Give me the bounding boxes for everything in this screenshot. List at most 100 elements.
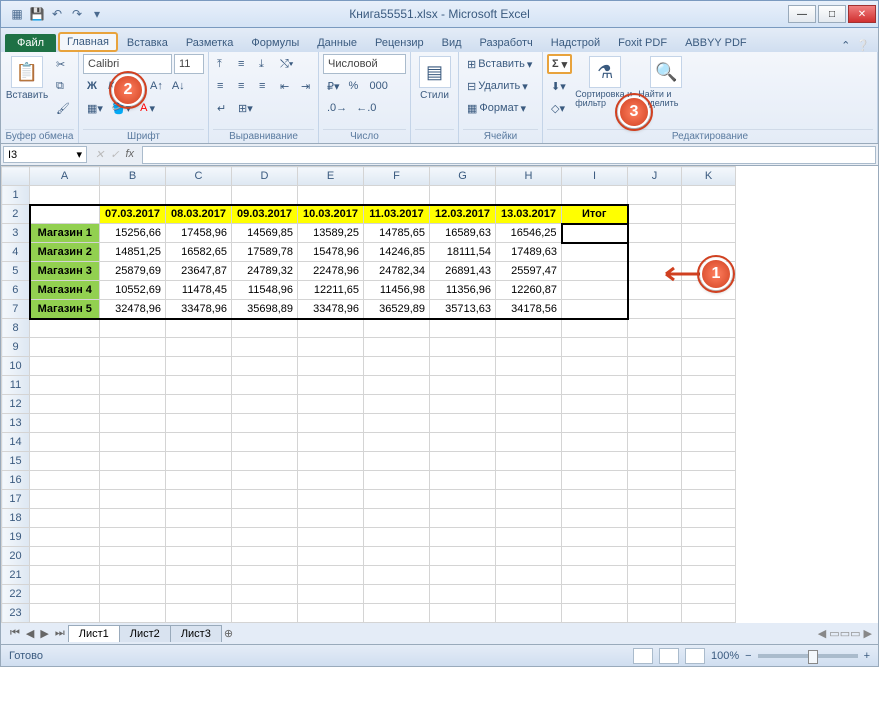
cell-C22[interactable] [166, 585, 232, 604]
row-header-6[interactable]: 6 [2, 281, 30, 300]
tab-foxit[interactable]: Foxit PDF [609, 33, 676, 52]
cell-J4[interactable] [628, 243, 682, 262]
tab-layout[interactable]: Разметка [177, 33, 243, 52]
align-middle-button[interactable]: ≡ [234, 54, 254, 74]
cell-J8[interactable] [628, 319, 682, 338]
align-bottom-button[interactable]: ⤓ [255, 54, 275, 74]
cell-I21[interactable] [562, 566, 628, 585]
cell-A16[interactable] [30, 471, 100, 490]
cell-E6[interactable]: 12211,65 [298, 281, 364, 300]
cell-A4[interactable]: Магазин 2 [30, 243, 100, 262]
cell-E23[interactable] [298, 604, 364, 623]
cell-B5[interactable]: 25879,69 [100, 262, 166, 281]
column-header-G[interactable]: G [430, 167, 496, 186]
cell-C19[interactable] [166, 528, 232, 547]
cell-B4[interactable]: 14851,25 [100, 243, 166, 262]
indent-inc-button[interactable]: ⇥ [297, 76, 317, 96]
format-painter-button[interactable]: 🖌 [52, 98, 74, 118]
cell-A13[interactable] [30, 414, 100, 433]
cell-H18[interactable] [496, 509, 562, 528]
cell-K23[interactable] [682, 604, 736, 623]
cell-H8[interactable] [496, 319, 562, 338]
minimize-ribbon-icon[interactable]: ⌃ [841, 39, 850, 52]
close-button[interactable]: ✕ [848, 5, 876, 23]
cell-B21[interactable] [100, 566, 166, 585]
cell-C9[interactable] [166, 338, 232, 357]
sheet-nav-last-icon[interactable]: ⏭ [52, 627, 68, 640]
minimize-button[interactable]: — [788, 5, 816, 23]
new-sheet-icon[interactable]: ⊕ [221, 627, 236, 640]
row-header-3[interactable]: 3 [2, 224, 30, 243]
cell-B15[interactable] [100, 452, 166, 471]
page-layout-view-button[interactable] [659, 648, 679, 664]
row-header-10[interactable]: 10 [2, 357, 30, 376]
cell-H23[interactable] [496, 604, 562, 623]
cell-J1[interactable] [628, 186, 682, 205]
zoom-in-button[interactable]: + [864, 650, 870, 662]
cell-I23[interactable] [562, 604, 628, 623]
cell-F18[interactable] [364, 509, 430, 528]
sheet-tab-3[interactable]: Лист3 [170, 625, 222, 642]
cell-E4[interactable]: 15478,96 [298, 243, 364, 262]
cell-A15[interactable] [30, 452, 100, 471]
cell-G2[interactable]: 12.03.2017 [430, 205, 496, 224]
cell-B8[interactable] [100, 319, 166, 338]
column-header-A[interactable]: A [30, 167, 100, 186]
cell-H1[interactable] [496, 186, 562, 205]
cell-H7[interactable]: 34178,56 [496, 300, 562, 319]
cell-K9[interactable] [682, 338, 736, 357]
cell-A7[interactable]: Магазин 5 [30, 300, 100, 319]
row-header-13[interactable]: 13 [2, 414, 30, 433]
cell-F21[interactable] [364, 566, 430, 585]
column-header-H[interactable]: H [496, 167, 562, 186]
row-header-11[interactable]: 11 [2, 376, 30, 395]
cell-F13[interactable] [364, 414, 430, 433]
tab-developer[interactable]: Разработч [471, 33, 542, 52]
sheet-tab-2[interactable]: Лист2 [119, 625, 171, 642]
cell-I12[interactable] [562, 395, 628, 414]
clear-button[interactable]: ◇▾ [547, 98, 572, 118]
cell-F8[interactable] [364, 319, 430, 338]
cell-E14[interactable] [298, 433, 364, 452]
cell-G6[interactable]: 11356,96 [430, 281, 496, 300]
cell-D9[interactable] [232, 338, 298, 357]
cell-E10[interactable] [298, 357, 364, 376]
cell-J2[interactable] [628, 205, 682, 224]
row-header-18[interactable]: 18 [2, 509, 30, 528]
cell-J21[interactable] [628, 566, 682, 585]
cell-G23[interactable] [430, 604, 496, 623]
copy-button[interactable]: ⧉ [52, 76, 74, 96]
name-box[interactable]: I3▾ [3, 146, 87, 163]
cell-J13[interactable] [628, 414, 682, 433]
cell-K19[interactable] [682, 528, 736, 547]
fill-button[interactable]: ⬇▾ [547, 76, 572, 96]
cell-F2[interactable]: 11.03.2017 [364, 205, 430, 224]
tab-formulas[interactable]: Формулы [242, 33, 308, 52]
row-header-19[interactable]: 19 [2, 528, 30, 547]
cell-E2[interactable]: 10.03.2017 [298, 205, 364, 224]
qat-dropdown-icon[interactable]: ▾ [89, 6, 105, 22]
cell-B7[interactable]: 32478,96 [100, 300, 166, 319]
row-header-4[interactable]: 4 [2, 243, 30, 262]
cell-B13[interactable] [100, 414, 166, 433]
cell-C7[interactable]: 33478,96 [166, 300, 232, 319]
cell-G11[interactable] [430, 376, 496, 395]
cell-I19[interactable] [562, 528, 628, 547]
save-icon[interactable]: 💾 [29, 6, 45, 22]
row-header-15[interactable]: 15 [2, 452, 30, 471]
cell-F4[interactable]: 14246,85 [364, 243, 430, 262]
cell-F15[interactable] [364, 452, 430, 471]
cell-G19[interactable] [430, 528, 496, 547]
row-header-9[interactable]: 9 [2, 338, 30, 357]
row-header-12[interactable]: 12 [2, 395, 30, 414]
cell-I13[interactable] [562, 414, 628, 433]
cell-K1[interactable] [682, 186, 736, 205]
cell-C13[interactable] [166, 414, 232, 433]
cell-D12[interactable] [232, 395, 298, 414]
cell-C6[interactable]: 11478,45 [166, 281, 232, 300]
paste-button[interactable]: 📋 Вставить [5, 54, 49, 101]
cell-D4[interactable]: 17589,78 [232, 243, 298, 262]
cell-B23[interactable] [100, 604, 166, 623]
redo-icon[interactable]: ↷ [69, 6, 85, 22]
cell-D10[interactable] [232, 357, 298, 376]
